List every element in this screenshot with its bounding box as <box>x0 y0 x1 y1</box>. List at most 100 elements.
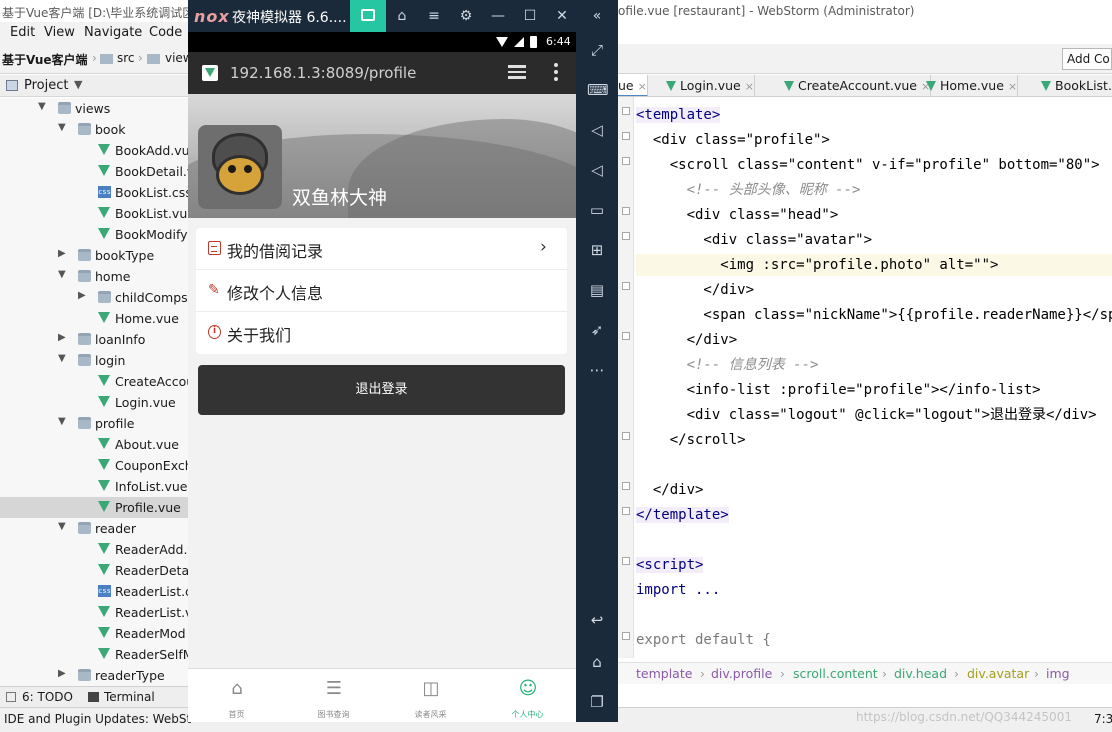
fold-marker[interactable] <box>622 482 630 490</box>
expand-icon[interactable]: ⤢ <box>587 40 607 60</box>
collapse-sidebar-icon[interactable]: « <box>587 6 607 26</box>
add-configuration-button[interactable]: Add Co <box>1062 48 1112 70</box>
editor-crumb-div-head[interactable]: div.head <box>894 666 947 681</box>
info-item-borrow-records[interactable]: 我的借阅记录 › <box>196 228 567 270</box>
tree-file[interactable]: ReaderSelfM <box>0 644 188 665</box>
close-icon[interactable]: ✕ <box>552 6 572 26</box>
expanded-arrow-icon[interactable]: ▼ <box>58 521 68 532</box>
logout-button[interactable]: 退出登录 <box>198 365 565 415</box>
fold-marker[interactable] <box>622 207 630 215</box>
apk-icon[interactable]: ⊞ <box>587 240 607 260</box>
tree-folder[interactable]: ▶ bookType <box>0 245 188 266</box>
tree-file[interactable]: BookAdd.vu <box>0 140 188 161</box>
menu-edit[interactable]: Edit <box>10 25 35 40</box>
tree-file[interactable]: ReaderDetai <box>0 560 188 581</box>
menu-code[interactable]: Code <box>149 25 182 40</box>
editor-tab[interactable]: Login.vue × <box>660 75 755 96</box>
settings-gear-icon[interactable]: ⚙ <box>456 6 476 26</box>
layout-icon[interactable] <box>6 692 16 702</box>
editor-crumb-div-profile[interactable]: div.profile <box>711 666 772 681</box>
tree-folder[interactable]: ▼ book <box>0 119 188 140</box>
tree-folder[interactable]: ▼ home <box>0 266 188 287</box>
todo-tool-button[interactable]: 6: TODO <box>22 690 73 704</box>
home-icon[interactable]: ⌂ <box>587 652 607 672</box>
info-item-edit-profile[interactable]: ✎ 修改个人信息 <box>196 270 567 312</box>
tree-folder[interactable]: ▶ readerType <box>0 665 188 686</box>
overflow-menu-icon[interactable] <box>554 63 558 83</box>
tree-file[interactable]: ReaderAdd.v <box>0 539 188 560</box>
keyboard-icon[interactable]: ⌨ <box>587 80 609 100</box>
tree-file[interactable]: ReaderList.v <box>0 602 188 623</box>
tree-file[interactable]: css ReaderList.c <box>0 581 188 602</box>
collapsed-arrow-icon[interactable]: ▶ <box>78 290 88 301</box>
collapsed-arrow-icon[interactable]: ▶ <box>58 248 68 259</box>
expanded-arrow-icon[interactable]: ▼ <box>58 122 68 133</box>
tab-book-search[interactable]: ☰ 图书查询 <box>285 669 382 722</box>
terminal-tool-button[interactable]: Terminal <box>104 690 155 704</box>
fold-marker[interactable] <box>622 232 630 240</box>
fold-marker[interactable] <box>622 132 630 140</box>
tree-folder[interactable]: ▶ loanInfo <box>0 329 188 350</box>
expanded-arrow-icon[interactable]: ▼ <box>58 269 68 280</box>
close-tab-icon[interactable]: × <box>745 80 754 93</box>
menu-navigate[interactable]: Navigate <box>84 25 142 40</box>
menu-view[interactable]: View <box>44 25 75 40</box>
fold-marker[interactable] <box>622 557 630 565</box>
shirt-icon[interactable]: ⌂ <box>392 6 412 26</box>
close-tab-icon[interactable]: × <box>638 80 647 93</box>
tab-home[interactable]: ⌂ 首页 <box>188 669 285 722</box>
status-message[interactable]: IDE and Plugin Updates: WebSt <box>4 712 191 726</box>
editor-crumb-template[interactable]: template <box>636 666 692 681</box>
minimize-icon[interactable]: — <box>488 6 508 26</box>
fold-marker[interactable] <box>622 432 630 440</box>
dropdown-caret-icon[interactable]: ▼ <box>74 78 82 91</box>
screen-icon[interactable]: ▭ <box>587 200 607 220</box>
fold-marker[interactable] <box>622 332 630 340</box>
tree-file[interactable]: CreateAccou <box>0 371 188 392</box>
fold-marker[interactable] <box>622 282 630 290</box>
tree-file[interactable]: InfoList.vue <box>0 476 188 497</box>
more-icon[interactable]: ⋯ <box>587 360 607 380</box>
tab-reader-showcase[interactable]: ◫ 读者风采 <box>382 669 479 722</box>
recent-apps-icon[interactable]: ❐ <box>587 692 607 712</box>
tree-file[interactable]: CouponExch <box>0 455 188 476</box>
tab-personal-center[interactable]: ☺ 个人中心 <box>479 669 576 722</box>
project-panel-header[interactable]: Project ▼ <box>0 75 188 97</box>
tree-folder[interactable]: ▼ login <box>0 350 188 371</box>
editor-crumb-div-avatar[interactable]: div.avatar <box>967 666 1029 681</box>
tabs-icon[interactable] <box>508 65 526 79</box>
menu-icon[interactable]: ≡ <box>424 6 444 26</box>
breadcrumb-project[interactable]: 基于Vue客户端 <box>2 51 88 68</box>
tree-file[interactable]: ReaderMod <box>0 623 188 644</box>
url-field[interactable]: 192.168.1.3:8089/profile <box>230 64 416 82</box>
editor-crumb-scroll-content[interactable]: scroll.content <box>793 666 878 681</box>
fold-marker[interactable] <box>622 632 630 640</box>
info-item-about-us[interactable]: i 关于我们 <box>196 312 567 354</box>
app-store-button[interactable] <box>350 0 386 32</box>
tree-file[interactable]: BookDetail.v <box>0 161 188 182</box>
expanded-arrow-icon[interactable]: ▼ <box>38 101 48 112</box>
editor-tab[interactable]: Home.vue × <box>920 75 1019 96</box>
editor-crumb-img[interactable]: img <box>1046 666 1070 681</box>
tree-file[interactable]: Login.vue <box>0 392 188 413</box>
tree-file[interactable]: BookModify <box>0 224 188 245</box>
expanded-arrow-icon[interactable]: ▼ <box>58 416 68 427</box>
tree-file[interactable]: css BookList.css <box>0 182 188 203</box>
tree-folder[interactable]: ▼ profile <box>0 413 188 434</box>
tree-file[interactable]: Home.vue <box>0 308 188 329</box>
tree-file[interactable]: About.vue <box>0 434 188 455</box>
close-tab-icon[interactable]: × <box>1008 80 1017 93</box>
editor-tab[interactable]: BookList.vu× <box>1035 75 1112 96</box>
tree-file[interactable]: BookList.vue <box>0 203 188 224</box>
collapsed-arrow-icon[interactable]: ▶ <box>58 668 68 679</box>
breadcrumb-src[interactable]: src <box>117 51 135 65</box>
code-editor[interactable]: <template> <div class="profile"> <scroll… <box>636 104 1112 658</box>
collapsed-arrow-icon[interactable]: ▶ <box>58 332 68 343</box>
volume-up-icon[interactable]: ◁ <box>587 120 607 140</box>
tree-file[interactable]: Profile.vue <box>0 497 188 518</box>
editor-tab[interactable]: ue × <box>618 75 648 96</box>
tree-folder[interactable]: ▼ views <box>0 98 188 119</box>
toolbox-icon[interactable]: ▤ <box>587 280 607 300</box>
fold-marker[interactable] <box>622 157 630 165</box>
fold-marker[interactable] <box>622 507 630 515</box>
